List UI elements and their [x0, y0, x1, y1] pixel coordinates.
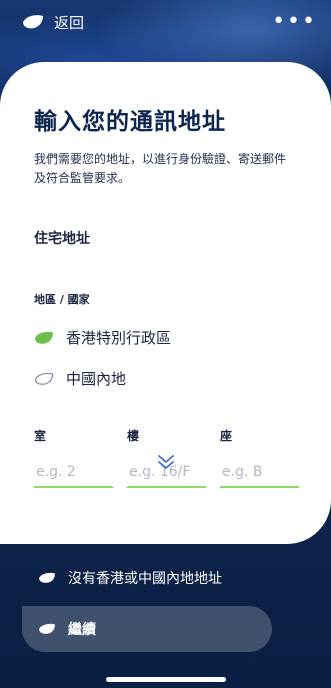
room-field: 室	[34, 427, 113, 488]
no-hk-or-mainland-address-link[interactable]: 沒有香港或中國內地地址	[38, 568, 222, 588]
back-leaf-icon	[23, 15, 43, 29]
region-option-hk[interactable]: 香港特別行政區	[34, 327, 297, 348]
section-title: 住宅地址	[34, 231, 90, 247]
bottom-actions: 沒有香港或中國內地地址 繼續	[0, 544, 331, 688]
leaf-icon	[39, 623, 55, 634]
room-input[interactable]	[34, 458, 113, 488]
address-form-card: 輸入您的通訊地址 我們需要您的地址，以進行身份驗證、寄送郵件及符合監管要求。 住…	[0, 62, 331, 544]
region-option-label: 中國內地	[66, 370, 127, 388]
continue-button[interactable]: 繼續	[22, 606, 272, 652]
selected-leaf-radio-icon	[35, 331, 53, 344]
block-label: 座	[220, 429, 233, 443]
back-label: 返回	[54, 13, 85, 32]
floor-label: 樓	[127, 429, 140, 443]
back-button[interactable]: 返回	[22, 12, 84, 33]
region-option-mainland[interactable]: 中國內地	[34, 368, 297, 389]
page-title: 輸入您的通訊地址	[34, 109, 226, 135]
region-option-label: 香港特別行政區	[66, 329, 172, 347]
page-subtitle: 我們需要您的地址，以進行身份驗證、寄送郵件及符合監管要求。	[34, 152, 287, 185]
more-dots-icon[interactable]: •••	[272, 11, 317, 33]
region-label: 地區 / 國家	[34, 293, 90, 306]
block-input[interactable]	[220, 458, 299, 488]
home-indicator	[106, 677, 226, 682]
block-field: 座	[220, 427, 299, 488]
leaf-icon	[39, 572, 55, 583]
top-bar: 返回 •••	[0, 0, 331, 44]
continue-label: 繼續	[68, 622, 96, 638]
unselected-leaf-radio-icon	[34, 372, 54, 385]
double-chevron-down-icon[interactable]	[156, 454, 176, 470]
alt-link-label: 沒有香港或中國內地地址	[68, 571, 222, 587]
room-label: 室	[34, 429, 47, 443]
